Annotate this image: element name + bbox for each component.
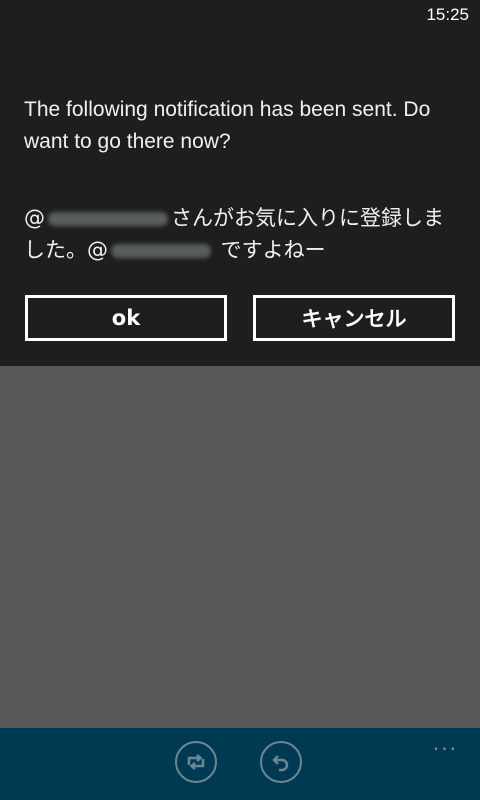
more-options-icon[interactable]: ... xyxy=(433,733,458,753)
body-at-1: @ xyxy=(24,206,45,230)
body-text-end: ですよねー xyxy=(214,238,326,262)
ok-button[interactable]: ok xyxy=(25,295,227,341)
retweet-icon[interactable] xyxy=(175,741,217,783)
blurred-username xyxy=(48,212,168,226)
cancel-button[interactable]: キャンセル xyxy=(253,295,455,341)
notification-body: @ さんがお気に入りに登録しました。@ ですよねー xyxy=(24,202,460,266)
reply-icon[interactable] xyxy=(260,741,302,783)
blurred-username-2 xyxy=(111,244,211,258)
reply-glyph xyxy=(272,755,289,772)
app-bar: ... xyxy=(0,728,480,800)
dialog-message: The following notification has been sent… xyxy=(24,98,431,153)
notification-dialog: 15:25 The following notification has bee… xyxy=(0,0,480,366)
retweet-glyph xyxy=(187,754,205,770)
status-time: 15:25 xyxy=(426,5,469,24)
